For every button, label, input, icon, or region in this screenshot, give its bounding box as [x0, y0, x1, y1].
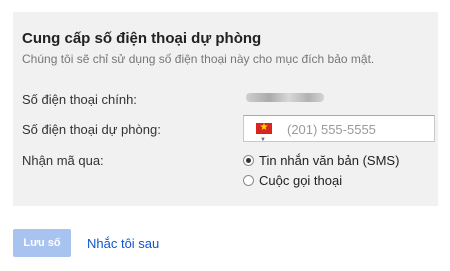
vietnam-flag-icon[interactable]: ★ — [256, 122, 272, 134]
form-subtitle: Chúng tôi sẽ chỉ sử dụng số điện thoại n… — [22, 52, 375, 66]
form-title: Cung cấp số điện thoại dự phòng — [22, 30, 262, 47]
voice-call-radio[interactable] — [243, 174, 254, 186]
backup-phone-placeholder[interactable]: (201) 555-5555 — [287, 122, 376, 137]
sms-radio[interactable] — [243, 154, 254, 166]
remind-later-link[interactable]: Nhắc tôi sau — [87, 236, 159, 251]
chevron-down-icon[interactable]: ▼ — [260, 137, 266, 143]
save-number-button[interactable]: Lưu số — [13, 229, 71, 257]
backup-phone-input[interactable]: ★ ▼ (201) 555-5555 — [243, 115, 435, 143]
flag-star-icon: ★ — [259, 122, 269, 133]
primary-phone-masked-value — [246, 93, 324, 102]
radio-option-voice-call[interactable]: Cuộc gọi thoại — [243, 172, 342, 188]
receive-via-label: Nhận mã qua: — [22, 153, 104, 168]
primary-phone-label: Số điện thoại chính: — [22, 92, 137, 107]
radio-option-sms[interactable]: Tin nhắn văn bản (SMS) — [243, 152, 399, 168]
voice-call-radio-label[interactable]: Cuộc gọi thoại — [259, 173, 342, 188]
backup-phone-label: Số điện thoại dự phòng: — [22, 122, 161, 137]
sms-radio-label[interactable]: Tin nhắn văn bản (SMS) — [259, 153, 399, 168]
